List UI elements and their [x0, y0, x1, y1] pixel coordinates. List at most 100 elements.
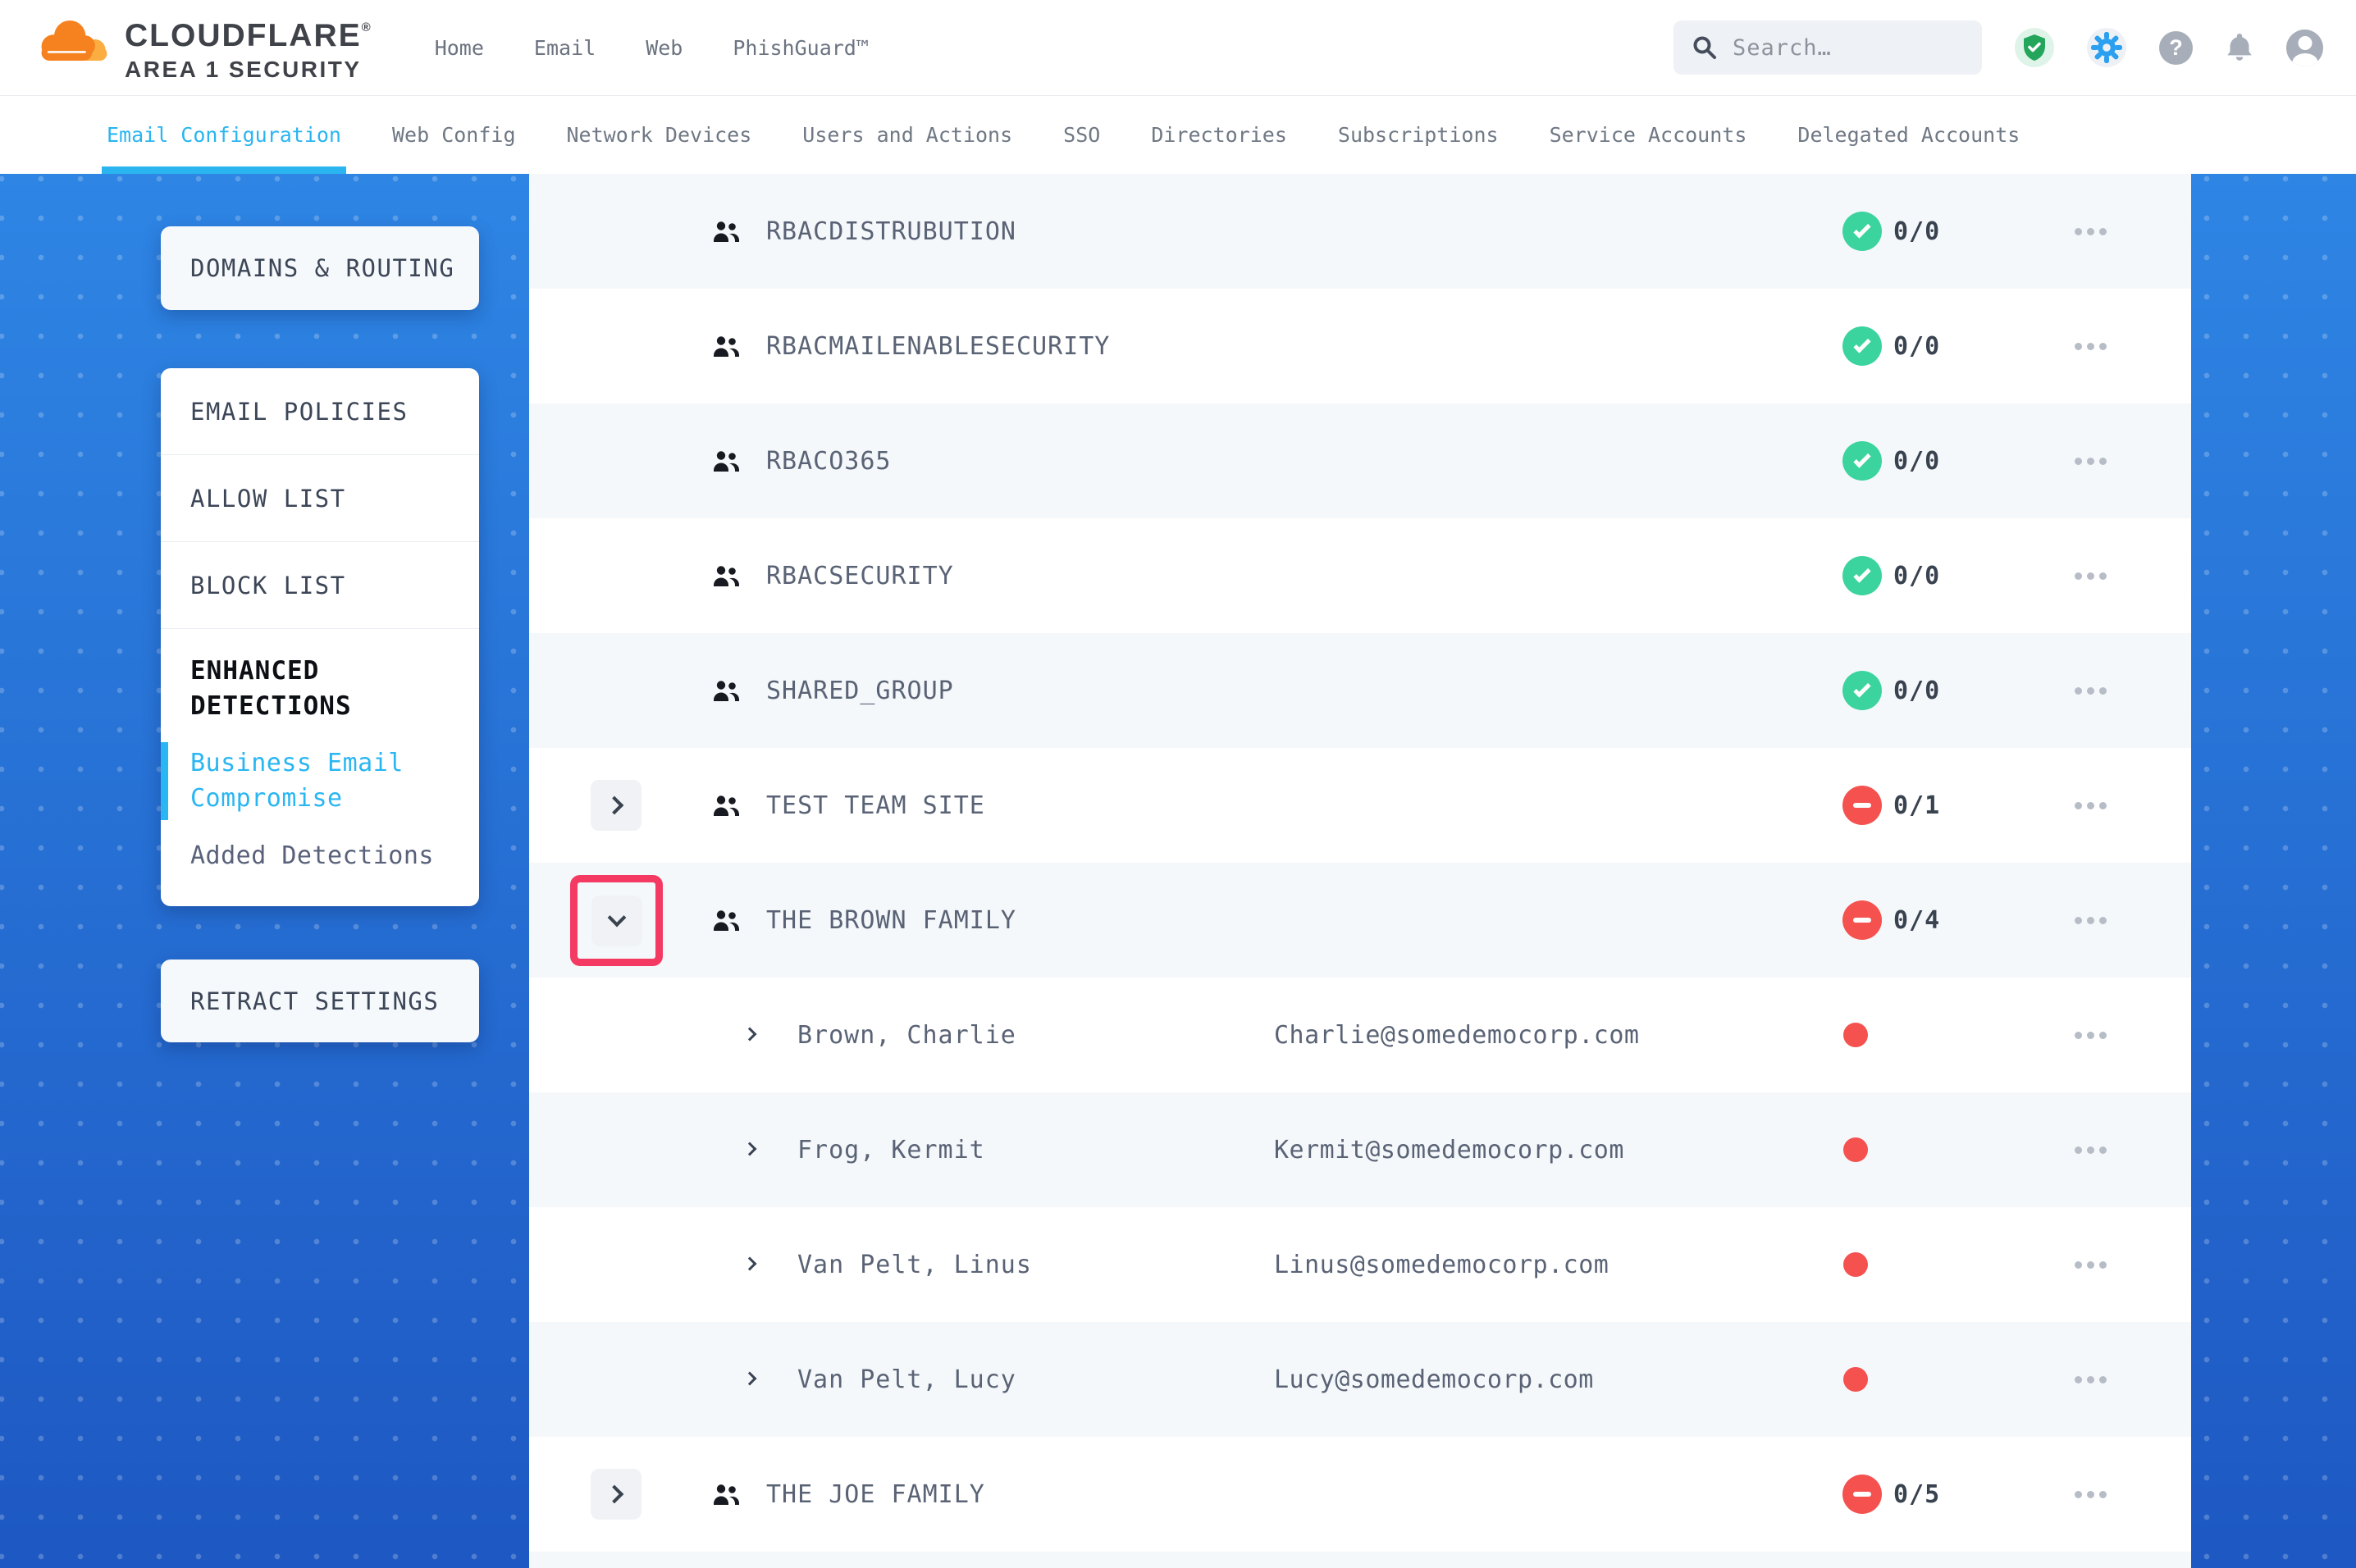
annotation-highlight-box	[570, 875, 663, 966]
group-name: SHARED_GROUP	[766, 633, 954, 748]
member-chevron-icon[interactable]	[743, 1257, 757, 1271]
row-actions-menu[interactable]	[2075, 1092, 2107, 1207]
domains-routing-label: DOMAINS & ROUTING	[190, 254, 454, 282]
sidebar-item-allow-list[interactable]: ALLOW LIST	[161, 455, 479, 542]
tab-subscriptions[interactable]: Subscriptions	[1338, 96, 1499, 174]
tab-network-devices[interactable]: Network Devices	[567, 96, 752, 174]
row-actions-menu[interactable]	[2075, 289, 2107, 403]
row-actions-menu[interactable]	[2075, 1207, 2107, 1322]
member-chevron-icon[interactable]	[743, 1142, 757, 1156]
row-actions-menu[interactable]	[2075, 748, 2107, 863]
groups-panel: RBACDISTRUBUTION 0/0 RBACMAILENABLESECUR…	[529, 174, 2191, 1568]
member-email: Linus@somedemocorp.com	[1274, 1207, 1609, 1322]
check-icon	[1853, 335, 1870, 353]
check-icon	[1853, 565, 1870, 582]
row-actions-menu[interactable]	[2075, 863, 2107, 978]
group-row: SHARED_GROUP 0/0	[529, 633, 2191, 748]
member-name: Frog, Kermit	[797, 1092, 985, 1207]
group-name: RBACO365	[766, 403, 892, 518]
ellipsis-icon	[2075, 1146, 2082, 1154]
chevron-icon	[605, 1485, 623, 1504]
member-chevron-icon[interactable]	[743, 1028, 757, 1042]
expand-toggle-button[interactable]	[591, 780, 642, 831]
search-placeholder: Search…	[1733, 35, 1832, 61]
sidebar-item-retract-settings[interactable]: RETRACT SETTINGS	[161, 959, 479, 1042]
member-count: 0/4	[1893, 863, 1940, 978]
row-actions-menu[interactable]	[2075, 518, 2107, 633]
expand-toggle-button[interactable]	[591, 896, 642, 946]
nav-item-web[interactable]: Web	[646, 36, 683, 60]
help-button[interactable]: ?	[2159, 31, 2193, 65]
ellipsis-icon	[2075, 802, 2082, 809]
status-dot	[1843, 1023, 1868, 1047]
app-header: CLOUDFLARE® AREA 1 SECURITY Home Email W…	[0, 0, 2356, 96]
tab-web-config[interactable]: Web Config	[392, 96, 516, 174]
group-name: RBACDISTRUBUTION	[766, 174, 1016, 289]
bell-icon	[2226, 32, 2253, 63]
tab-users-and-actions[interactable]: Users and Actions	[802, 96, 1012, 174]
member-row: Frog, Kermit Kermit@somedemocorp.com	[529, 1092, 2191, 1207]
minus-icon	[1853, 803, 1871, 808]
search-input[interactable]: Search…	[1673, 21, 1982, 75]
nav-item-phishguard[interactable]: PhishGuard™	[733, 36, 869, 60]
ellipsis-icon	[2075, 343, 2082, 350]
status-dot	[1843, 1252, 1868, 1277]
check-icon	[1853, 221, 1870, 238]
chevron-icon	[605, 796, 623, 815]
section-tabs: Email Configuration Web Config Network D…	[0, 96, 2356, 174]
security-status-button[interactable]	[2015, 28, 2054, 67]
group-people-icon	[712, 1483, 740, 1506]
member-chevron-icon[interactable]	[743, 1372, 757, 1386]
sidebar-item-added-detections[interactable]: Added Detections	[190, 841, 450, 870]
sidebar-item-email-policies[interactable]: EMAIL POLICIES	[161, 368, 479, 455]
sidebar-item-block-list[interactable]: BLOCK LIST	[161, 542, 479, 629]
expand-toggle-button[interactable]	[591, 1469, 642, 1520]
member-email: Kermit@somedemocorp.com	[1274, 1092, 1624, 1207]
sidebar-item-business-email-compromise[interactable]: Business Email Compromise	[190, 745, 450, 817]
minus-icon	[1853, 918, 1871, 923]
member-row: Brown, Charlie Charlie@somedemocorp.com	[529, 978, 2191, 1092]
user-avatar-button[interactable]	[2286, 30, 2323, 66]
expand-slot	[591, 1469, 642, 1520]
tab-directories[interactable]: Directories	[1151, 96, 1287, 174]
gear-icon	[2091, 32, 2122, 63]
row-actions-menu[interactable]	[2075, 403, 2107, 518]
ellipsis-icon	[2075, 1491, 2082, 1498]
group-table: RBACDISTRUBUTION 0/0 RBACMAILENABLESECUR…	[529, 174, 2191, 1552]
table-row-partial	[529, 1552, 2191, 1568]
enhanced-detections-title: ENHANCED DETECTIONS	[190, 654, 450, 724]
ellipsis-icon	[2075, 1376, 2082, 1383]
top-navigation: Home Email Web PhishGuard™	[435, 36, 869, 60]
ellipsis-icon	[2075, 1032, 2082, 1039]
group-people-icon	[712, 335, 740, 358]
group-name: TEST TEAM SITE	[766, 748, 985, 863]
tab-email-configuration[interactable]: Email Configuration	[107, 96, 341, 174]
status-ok-badge	[1842, 441, 1882, 481]
ellipsis-icon	[2075, 572, 2082, 580]
settings-button[interactable]	[2087, 28, 2126, 67]
ellipsis-icon	[2075, 228, 2082, 235]
nav-item-home[interactable]: Home	[435, 36, 484, 60]
ellipsis-icon	[2075, 458, 2082, 465]
registered-mark: ®	[362, 21, 371, 34]
tab-service-accounts[interactable]: Service Accounts	[1550, 96, 1747, 174]
sidebar-item-domains-routing[interactable]: DOMAINS & ROUTING	[161, 226, 479, 310]
tab-sso[interactable]: SSO	[1063, 96, 1100, 174]
group-name: RBACSECURITY	[766, 518, 954, 633]
status-blocked-badge	[1842, 786, 1882, 825]
row-actions-menu[interactable]	[2075, 1322, 2107, 1437]
row-actions-menu[interactable]	[2075, 633, 2107, 748]
status-dot	[1843, 1137, 1868, 1162]
row-actions-menu[interactable]	[2075, 1437, 2107, 1552]
cloudflare-logo[interactable]: CLOUDFLARE® AREA 1 SECURITY	[33, 15, 371, 81]
notifications-button[interactable]	[2226, 32, 2253, 63]
tab-delegated-accounts[interactable]: Delegated Accounts	[1797, 96, 2020, 174]
app-window: CLOUDFLARE® AREA 1 SECURITY Home Email W…	[0, 0, 2356, 1568]
group-name: RBACMAILENABLESECURITY	[766, 289, 1110, 403]
status-ok-badge	[1842, 671, 1882, 710]
group-people-icon	[712, 449, 740, 473]
row-actions-menu[interactable]	[2075, 978, 2107, 1092]
retract-settings-label: RETRACT SETTINGS	[190, 987, 439, 1015]
row-actions-menu[interactable]	[2075, 174, 2107, 289]
nav-item-email[interactable]: Email	[534, 36, 596, 60]
